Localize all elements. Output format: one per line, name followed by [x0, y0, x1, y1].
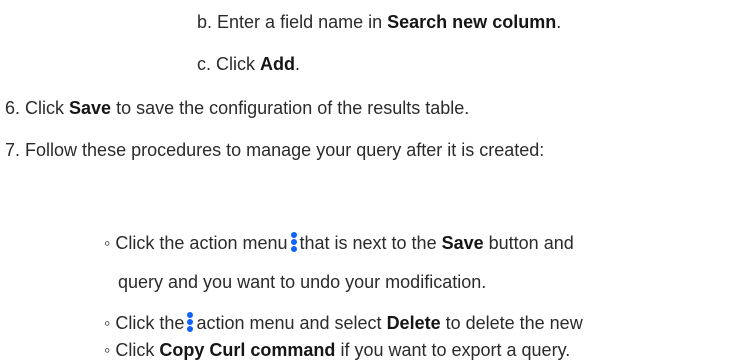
step-marker: 7. [5, 140, 21, 160]
sub-step-text: Click [216, 54, 261, 74]
ui-label-add: Add [260, 54, 296, 74]
step-7: 7. Follow these procedures to manage you… [5, 139, 544, 161]
bullet-text: Click the [115, 313, 185, 333]
sub-step-marker: c. [197, 54, 212, 74]
ui-label-save: Save [69, 98, 112, 118]
overflow-menu-vertical-icon [187, 312, 194, 332]
sub-step-marker: b. [197, 12, 213, 32]
step-text: Click [25, 98, 70, 118]
bullet-text: query and you want to undo your modifica… [118, 272, 487, 292]
bullet-delete: ◦ Click the action menu and select Delete… [104, 312, 583, 333]
bullet-marker: ◦ [104, 340, 111, 360]
bullet-marker: ◦ [104, 313, 111, 333]
bullet-continuation: query and you want to undo your modifica… [118, 271, 486, 293]
ui-label-save: Save [441, 233, 484, 253]
sub-step-b: b. Enter a field name in Search new colu… [197, 12, 562, 32]
bullet-marker: ◦ [104, 233, 111, 253]
step-6: 6. Click Save to save the configuration … [5, 98, 470, 118]
bullet-text: Click the action menu [115, 233, 288, 253]
sub-step-text: Enter a field name in [217, 12, 388, 32]
ui-label-search-new-column: Search new column [387, 12, 557, 32]
ui-label-delete: Delete [386, 313, 441, 333]
bullet-text: Click [115, 340, 160, 360]
step-marker: 6. [5, 98, 21, 118]
bullet-action-menu-undo: ◦ Click the action menu that is next to t… [104, 232, 574, 253]
overflow-menu-vertical-icon [290, 232, 297, 252]
step-text: Follow these procedures to manage your q… [25, 140, 545, 160]
ui-label-copy-curl-command: Copy Curl command [159, 340, 336, 360]
sub-step-c: c. Click Add. [197, 54, 301, 74]
